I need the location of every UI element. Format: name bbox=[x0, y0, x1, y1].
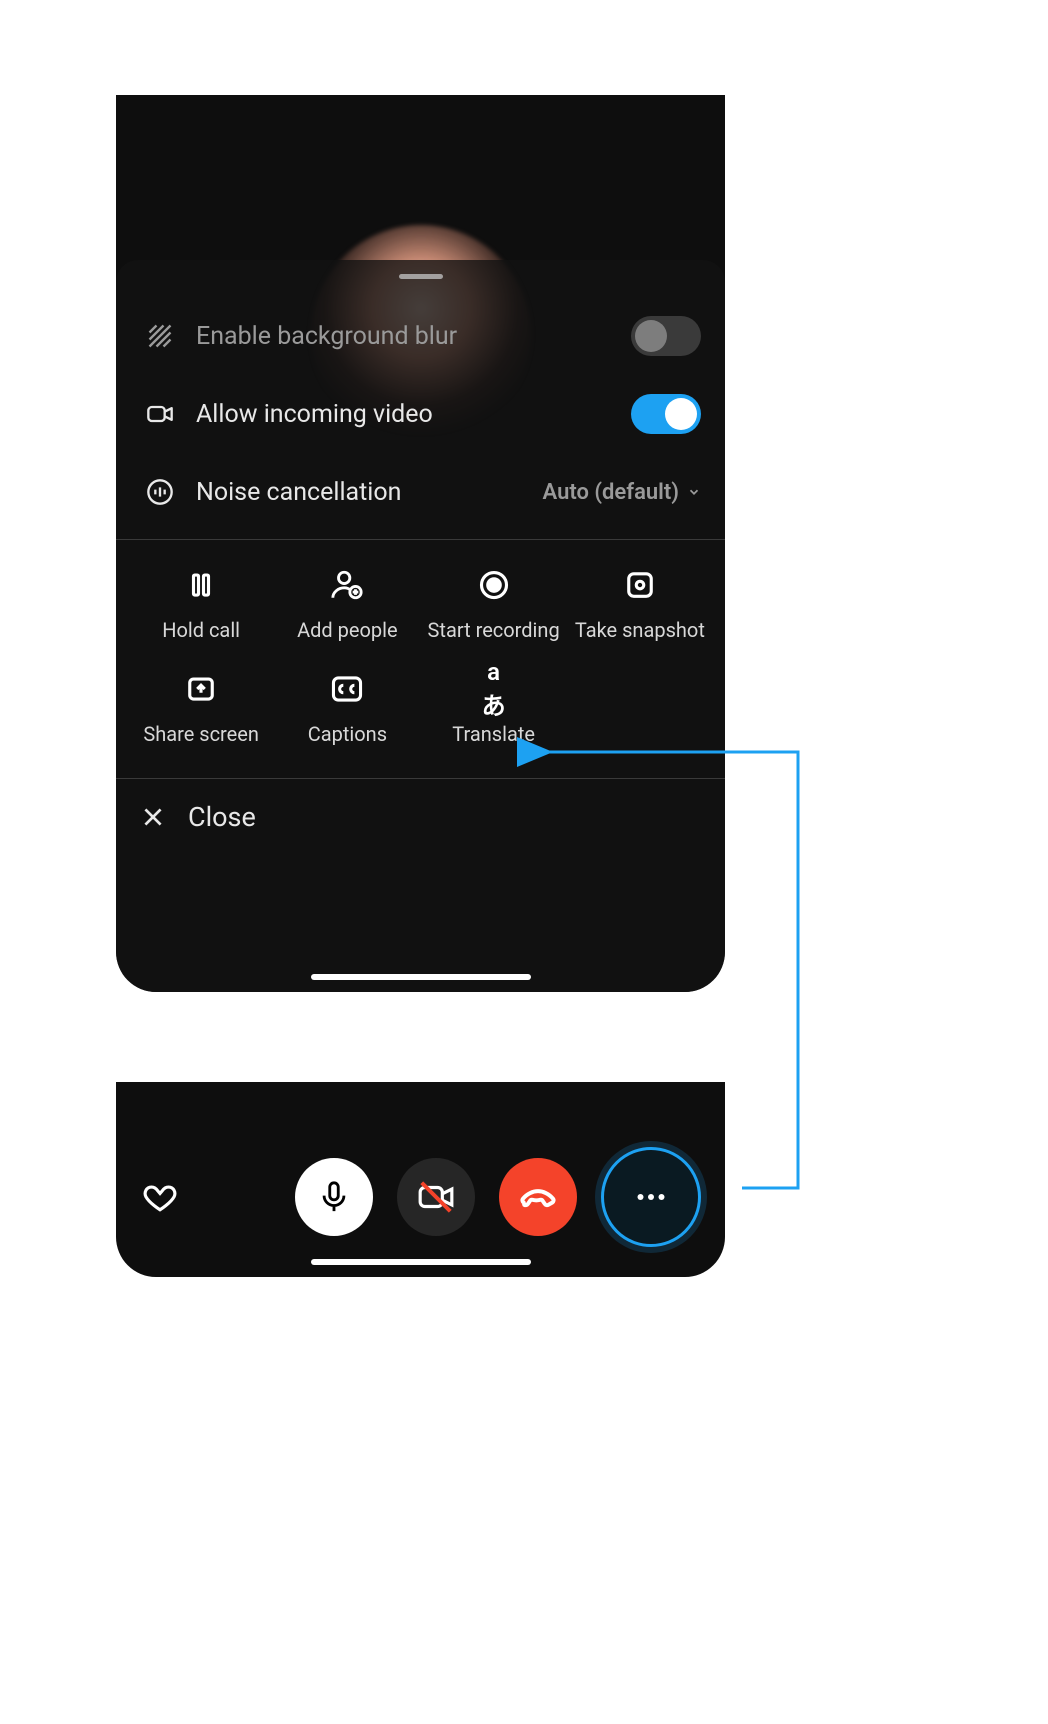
close-button[interactable]: Close bbox=[116, 783, 725, 863]
hold-call-button[interactable]: Hold call bbox=[128, 568, 274, 642]
blur-icon bbox=[140, 322, 180, 350]
share-screen-button[interactable]: Share screen bbox=[128, 672, 274, 746]
mic-icon bbox=[317, 1180, 351, 1214]
call-window: Enable background blur Allow incoming vi… bbox=[116, 95, 725, 992]
translate-icon: aあ bbox=[477, 672, 511, 706]
divider bbox=[116, 778, 725, 779]
noise-cancellation-value[interactable]: Auto (default) bbox=[543, 480, 702, 505]
take-snapshot-button[interactable]: Take snapshot bbox=[567, 568, 713, 642]
video-icon bbox=[140, 400, 180, 428]
action-label: Hold call bbox=[162, 618, 240, 642]
row-background-blur: Enable background blur bbox=[116, 297, 725, 375]
call-control-bar bbox=[116, 1082, 725, 1277]
row-noise-cancellation[interactable]: Noise cancellation Auto (default) bbox=[116, 453, 725, 531]
action-label: Add people bbox=[297, 618, 398, 642]
action-label: Start recording bbox=[428, 618, 560, 642]
row-label: Enable background blur bbox=[180, 322, 631, 351]
chevron-down-icon bbox=[687, 485, 701, 499]
more-icon bbox=[633, 1179, 669, 1215]
row-label: Noise cancellation bbox=[180, 478, 543, 507]
toggle-incoming-video[interactable] bbox=[631, 394, 701, 434]
close-label: Close bbox=[188, 801, 256, 833]
hangup-icon bbox=[518, 1177, 558, 1217]
start-recording-button[interactable]: Start recording bbox=[421, 568, 567, 642]
record-icon bbox=[477, 568, 511, 602]
settings-sheet: Enable background blur Allow incoming vi… bbox=[116, 260, 725, 992]
action-label: Captions bbox=[308, 722, 387, 746]
snapshot-icon bbox=[623, 568, 657, 602]
action-grid: Hold call Add people bbox=[116, 544, 725, 770]
action-label: Share screen bbox=[143, 722, 259, 746]
person-add-icon bbox=[330, 568, 364, 602]
pause-icon bbox=[184, 568, 218, 602]
captions-button[interactable]: Captions bbox=[274, 672, 420, 746]
translate-button[interactable]: aあ Translate bbox=[421, 672, 567, 746]
home-indicator[interactable] bbox=[311, 1259, 531, 1265]
action-label: Translate bbox=[452, 722, 535, 746]
noise-icon bbox=[140, 478, 180, 506]
divider bbox=[116, 539, 725, 540]
row-incoming-video: Allow incoming video bbox=[116, 375, 725, 453]
camera-off-icon bbox=[417, 1178, 455, 1216]
end-call-button[interactable] bbox=[499, 1158, 577, 1236]
action-label: Take snapshot bbox=[575, 618, 705, 642]
toggle-camera-button[interactable] bbox=[397, 1158, 475, 1236]
toggle-background-blur[interactable] bbox=[631, 316, 701, 356]
captions-icon bbox=[330, 672, 364, 706]
row-label: Allow incoming video bbox=[180, 400, 631, 429]
sheet-grabber[interactable] bbox=[399, 274, 443, 279]
add-people-button[interactable]: Add people bbox=[274, 568, 420, 642]
close-icon bbox=[140, 804, 166, 830]
react-heart-button[interactable] bbox=[140, 1177, 180, 1217]
home-indicator[interactable] bbox=[311, 974, 531, 980]
noise-value-text: Auto (default) bbox=[543, 480, 680, 505]
share-screen-icon bbox=[184, 672, 218, 706]
mute-mic-button[interactable] bbox=[295, 1158, 373, 1236]
more-options-button[interactable] bbox=[601, 1147, 701, 1247]
